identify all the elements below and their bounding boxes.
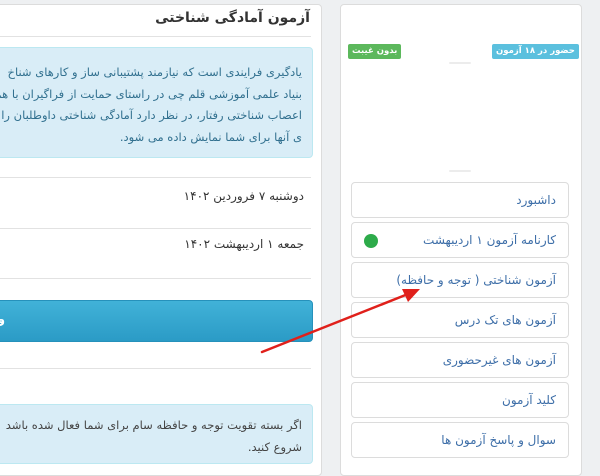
annotation-arrow-icon xyxy=(260,289,420,354)
